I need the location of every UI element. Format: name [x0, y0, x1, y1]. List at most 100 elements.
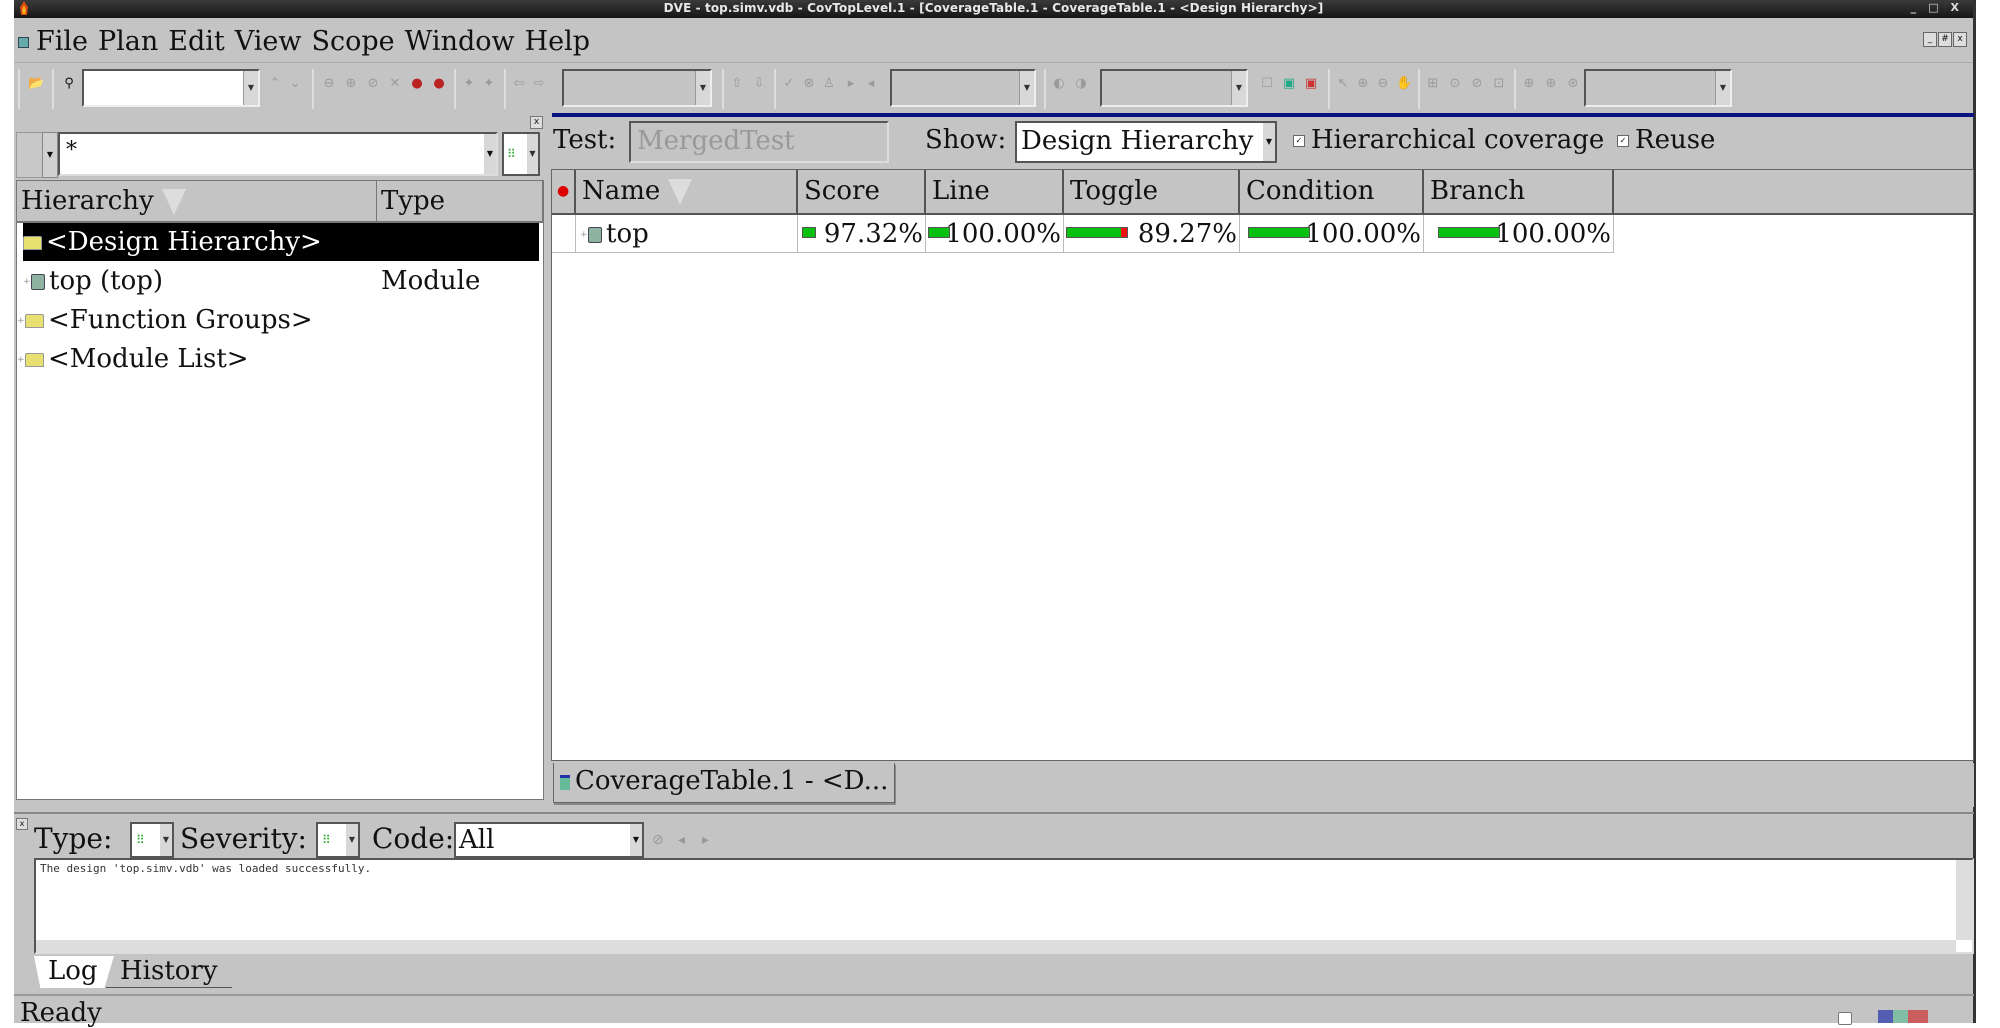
zoom-region-in-icon[interactable]: ⊕ — [1522, 77, 1536, 91]
menu-edit[interactable]: Edit — [168, 26, 224, 57]
marker-combo[interactable]: ▼ — [1100, 69, 1248, 107]
pane-close-icon[interactable]: x — [530, 116, 543, 129]
nav-up-icon[interactable]: ✦ — [462, 77, 476, 91]
back-icon[interactable]: ⇦ — [512, 77, 526, 91]
mdi-minimize-button[interactable]: _ — [1923, 32, 1937, 47]
chevron-down-icon[interactable]: ▼ — [243, 71, 258, 105]
column-header-name[interactable]: Name — [576, 170, 798, 213]
expand-icon[interactable]: + — [23, 263, 31, 301]
hierarchical-coverage-checkbox[interactable]: ✓ — [1293, 135, 1305, 147]
zoom-full-icon[interactable]: ⊙ — [1448, 77, 1462, 91]
scope-combo[interactable]: ▼ — [562, 69, 712, 107]
next-marker-icon[interactable]: ◑ — [1074, 77, 1088, 91]
chevron-down-icon[interactable]: ▼ — [1263, 123, 1275, 161]
menu-window[interactable]: Window — [405, 26, 515, 57]
chevron-down-icon[interactable]: ▼ — [1715, 71, 1730, 105]
type-filter-select[interactable]: ⠿ ▼ — [502, 132, 540, 176]
zoom-combo[interactable]: ▼ — [1584, 69, 1732, 107]
maximize-button[interactable]: □ — [1928, 1, 1938, 14]
up-scope-icon[interactable]: ⇧ — [730, 77, 744, 91]
chevron-down-icon[interactable]: ▼ — [346, 824, 358, 856]
severity-select[interactable]: ⠿ ▼ — [316, 822, 360, 858]
load-exclusions-icon[interactable]: ● — [410, 77, 424, 91]
chevron-down-icon[interactable]: ▼ — [1019, 71, 1034, 105]
column-header-score[interactable]: Score — [798, 170, 926, 213]
system-menu-icon[interactable] — [18, 37, 29, 48]
prev-message-icon[interactable]: ◂ — [678, 832, 685, 848]
vertical-scrollbar[interactable] — [1956, 860, 1972, 940]
reuse-checkbox[interactable]: ✓ — [1617, 135, 1629, 147]
save-exclusions-icon[interactable]: ● — [432, 77, 446, 91]
down-scope-icon[interactable]: ⇩ — [752, 77, 766, 91]
tree-row[interactable]: + <Function Groups> — [17, 301, 543, 339]
column-header-type[interactable]: Type — [377, 181, 543, 221]
column-header-branch[interactable]: Branch — [1424, 170, 1614, 213]
expand-icon[interactable]: + — [17, 341, 25, 379]
tree-row[interactable]: <Design Hierarchy> — [23, 223, 539, 261]
tab-history[interactable]: History — [106, 956, 232, 988]
menu-plan[interactable]: Plan — [98, 26, 158, 57]
column-header-line[interactable]: Line — [926, 170, 1064, 213]
nav-down-icon[interactable]: ✦ — [482, 77, 496, 91]
find-next-icon[interactable]: ⌄ — [288, 77, 302, 91]
menu-file[interactable]: File — [36, 26, 88, 57]
uncheck-icon[interactable]: ⊗ — [802, 77, 816, 91]
close-button[interactable]: X — [1951, 1, 1959, 14]
zoom-select-icon[interactable]: ⊘ — [1470, 77, 1484, 91]
chevron-down-icon[interactable]: ▼ — [484, 134, 496, 174]
zoom-in-tool-icon[interactable]: ⊕ — [1356, 77, 1370, 91]
zoom-out-icon[interactable]: ⊖ — [322, 77, 336, 91]
column-header-marker[interactable]: ● — [552, 170, 576, 213]
type-select[interactable]: ⠿ ▼ — [130, 822, 174, 858]
horizontal-scrollbar[interactable] — [36, 940, 1956, 952]
tree-row[interactable]: + <Module List> — [17, 340, 543, 378]
next-item-icon[interactable]: ◂ — [864, 77, 878, 91]
hierarchy-filter-input[interactable]: * ▼ — [58, 132, 498, 176]
zoom-fit-icon[interactable]: ⊞ — [1426, 77, 1440, 91]
check-icon[interactable]: ✓ — [782, 77, 796, 91]
reuse-toggle[interactable]: ✓ Reuse — [1617, 125, 1715, 155]
blank-window-icon[interactable]: ☐ — [1260, 77, 1274, 91]
search-combo[interactable]: ▼ — [82, 69, 260, 107]
tab-log[interactable]: Log — [34, 956, 114, 988]
name-cell[interactable]: + top — [576, 215, 798, 253]
tree-row[interactable]: + top (top) Module — [17, 262, 543, 300]
coverage-window-icon[interactable]: ▣ — [1282, 77, 1296, 91]
filter-history-button[interactable] — [16, 132, 44, 178]
window-layout-icon[interactable] — [1878, 1010, 1928, 1023]
pan-hand-icon[interactable]: ✋ — [1396, 77, 1412, 91]
delete-icon[interactable]: ✕ — [388, 77, 402, 91]
open-database-icon[interactable]: 📂 — [28, 77, 44, 91]
prev-marker-icon[interactable]: ◐ — [1052, 77, 1066, 91]
column-header-hierarchy[interactable]: Hierarchy — [17, 181, 377, 221]
test-input[interactable]: MergedTest — [629, 121, 889, 163]
pointer-icon[interactable]: ↖ — [1336, 77, 1350, 91]
chevron-down-icon[interactable]: ▼ — [160, 824, 172, 856]
forward-icon[interactable]: ⇨ — [532, 77, 546, 91]
minimize-button[interactable]: _ — [1911, 1, 1917, 14]
expand-icon[interactable]: + — [17, 302, 25, 340]
tab-coverage-table[interactable]: CoverageTable.1 - <D... — [553, 763, 895, 803]
find-prev-icon[interactable]: ⌃ — [268, 77, 282, 91]
prev-item-icon[interactable]: ▸ — [844, 77, 858, 91]
chevron-down-icon[interactable]: ▼ — [1231, 71, 1246, 105]
report-window-icon[interactable]: ▣ — [1304, 77, 1318, 91]
zoom-region-out-icon[interactable]: ⊕ — [1544, 77, 1558, 91]
zoom-in-icon[interactable]: ⊕ — [344, 77, 358, 91]
chevron-down-icon[interactable]: ▼ — [527, 134, 538, 174]
expand-icon[interactable]: + — [580, 216, 588, 254]
dock-close-icon[interactable]: x — [16, 818, 28, 830]
show-select[interactable]: Design Hierarchy ▼ — [1015, 121, 1277, 163]
menu-scope[interactable]: Scope — [312, 26, 395, 57]
zoom-out-tool-icon[interactable]: ⊖ — [1376, 77, 1390, 91]
mdi-restore-button[interactable]: # — [1938, 32, 1952, 47]
find-binoculars-icon[interactable]: ⚲ — [62, 77, 76, 91]
zoom-prev-icon[interactable]: ⊡ — [1492, 77, 1506, 91]
chevron-down-icon[interactable]: ▼ — [42, 132, 58, 178]
chevron-down-icon[interactable]: ▼ — [695, 71, 710, 105]
hierarchical-coverage-toggle[interactable]: ✓ Hierarchical coverage — [1293, 125, 1604, 155]
log-output[interactable]: The design 'top.simv.vdb' was loaded suc… — [34, 858, 1974, 954]
next-message-icon[interactable]: ▸ — [702, 832, 709, 848]
code-select[interactable]: All ▼ — [454, 822, 644, 858]
column-header-toggle[interactable]: Toggle — [1064, 170, 1240, 213]
